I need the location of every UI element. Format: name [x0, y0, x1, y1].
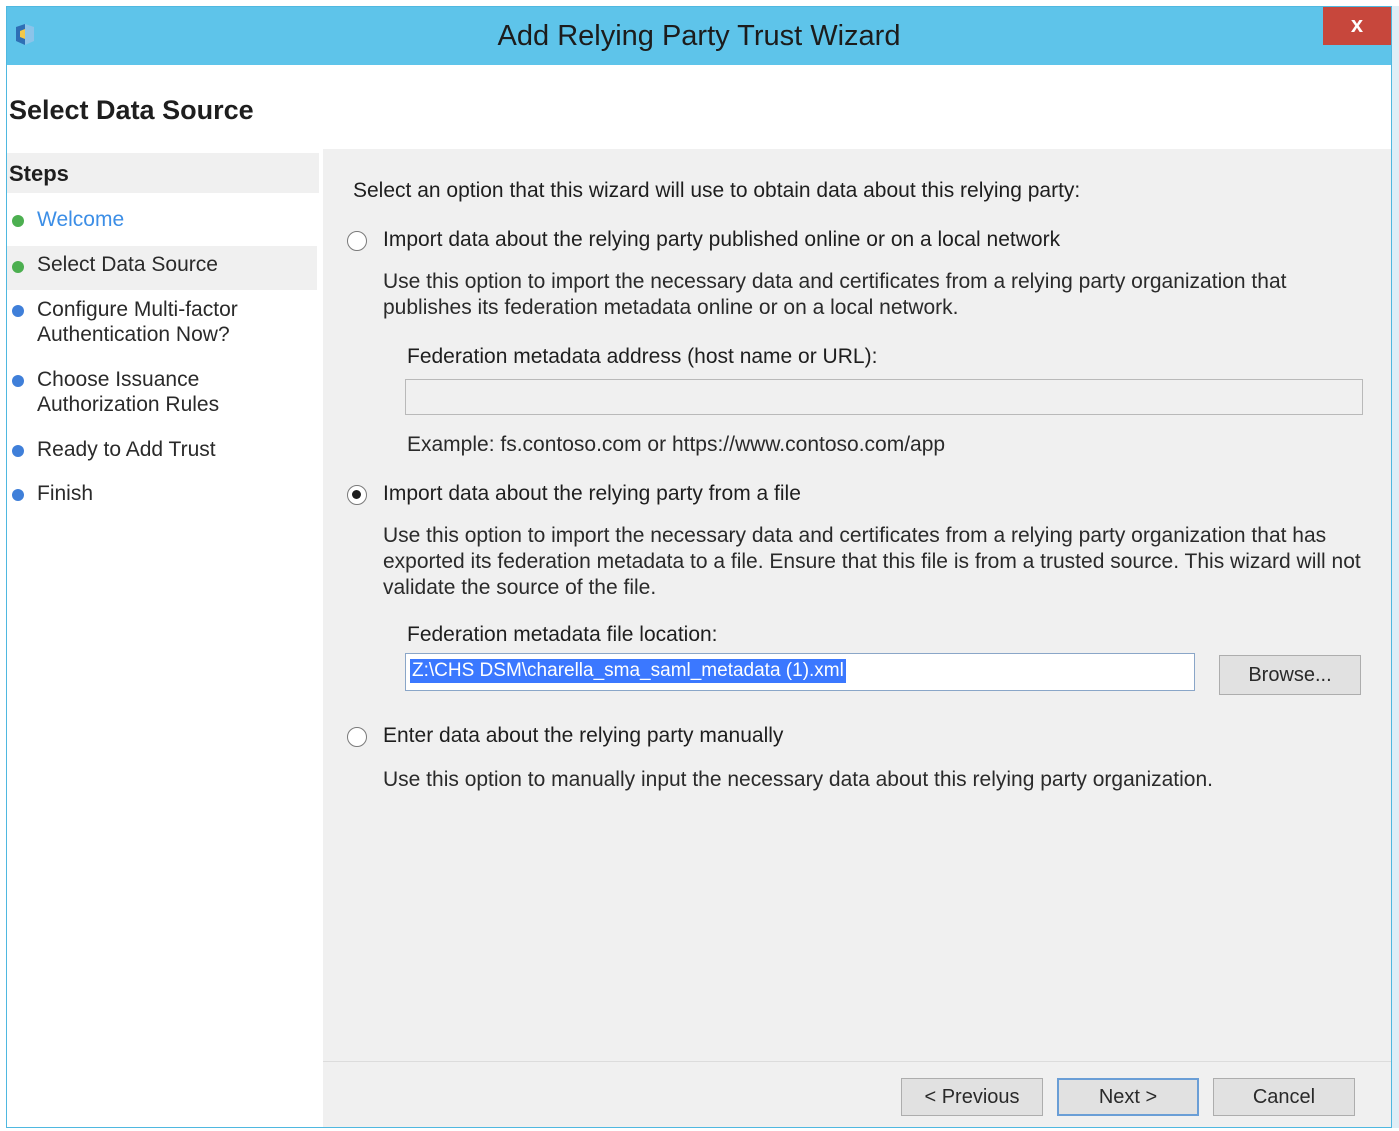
- option-online-label[interactable]: Import data about the relying party publ…: [383, 228, 1060, 252]
- title-bar[interactable]: Add Relying Party Trust Wizard x: [7, 7, 1391, 65]
- option-manual-label[interactable]: Enter data about the relying party manua…: [383, 724, 783, 748]
- step-ready-to-add-trust: Ready to Add Trust: [7, 437, 317, 467]
- window-title: Add Relying Party Trust Wizard: [497, 20, 901, 52]
- step-label: Select Data Source: [37, 253, 218, 276]
- step-configure-mfa: Configure Multi-factor Authentication No…: [7, 297, 317, 353]
- page-title: Select Data Source: [9, 95, 254, 125]
- page-header: Select Data Source: [7, 65, 1391, 149]
- browse-button[interactable]: Browse...: [1219, 655, 1361, 695]
- wizard-footer: < Previous Next > Cancel: [323, 1061, 1391, 1127]
- background-edge: [1392, 6, 1399, 1128]
- step-completed-icon: [12, 215, 24, 227]
- steps-sidebar: Steps Welcome Select Data Source Configu…: [7, 149, 321, 1127]
- step-pending-icon: [12, 445, 24, 457]
- metadata-file-label: Federation metadata file location:: [407, 623, 718, 646]
- close-button[interactable]: x: [1323, 7, 1391, 45]
- steps-header: Steps: [7, 153, 319, 193]
- step-pending-icon: [12, 305, 24, 317]
- wizard-window: Add Relying Party Trust Wizard x Select …: [6, 6, 1392, 1128]
- metadata-file-value: Z:\CHS DSM\charella_sma_saml_metadata (1…: [410, 659, 846, 683]
- step-label: Finish: [37, 482, 94, 505]
- step-label: Ready to Add Trust: [37, 438, 216, 461]
- metadata-file-input[interactable]: Z:\CHS DSM\charella_sma_saml_metadata (1…: [405, 653, 1195, 691]
- previous-button[interactable]: < Previous: [901, 1078, 1043, 1116]
- metadata-address-label: Federation metadata address (host name o…: [407, 345, 878, 368]
- step-pending-icon: [12, 489, 24, 501]
- intro-text: Select an option that this wizard will u…: [353, 179, 1081, 202]
- step-label: Configure Multi-factor Authentication No…: [37, 298, 238, 346]
- steps-header-label: Steps: [9, 161, 69, 186]
- metadata-address-example: Example: fs.contoso.com or https://www.c…: [407, 433, 946, 456]
- radio-unselected-icon[interactable]: [347, 727, 367, 747]
- option-online-description: Use this option to import the necessary …: [383, 270, 1287, 319]
- option-file-label[interactable]: Import data about the relying party from…: [383, 482, 801, 506]
- metadata-address-input[interactable]: [405, 379, 1363, 415]
- radio-selected-icon[interactable]: [347, 485, 367, 505]
- next-button[interactable]: Next >: [1057, 1078, 1199, 1116]
- option-manual-description: Use this option to manually input the ne…: [383, 768, 1213, 791]
- cancel-button[interactable]: Cancel: [1213, 1078, 1355, 1116]
- step-finish: Finish: [7, 481, 317, 511]
- option-file-description: Use this option to import the necessary …: [383, 524, 1361, 599]
- step-label: Choose Issuance Authorization Rules: [37, 368, 220, 416]
- close-icon: x: [1350, 12, 1364, 37]
- step-label: Welcome: [37, 208, 125, 231]
- step-welcome[interactable]: Welcome: [7, 207, 317, 241]
- step-current-icon: [12, 261, 24, 273]
- step-pending-icon: [12, 375, 24, 387]
- step-select-data-source: Select Data Source: [7, 246, 317, 290]
- radio-unselected-icon[interactable]: [347, 231, 367, 251]
- main-content: Select an option that this wizard will u…: [323, 149, 1391, 1061]
- step-issuance-rules: Choose Issuance Authorization Rules: [7, 367, 317, 423]
